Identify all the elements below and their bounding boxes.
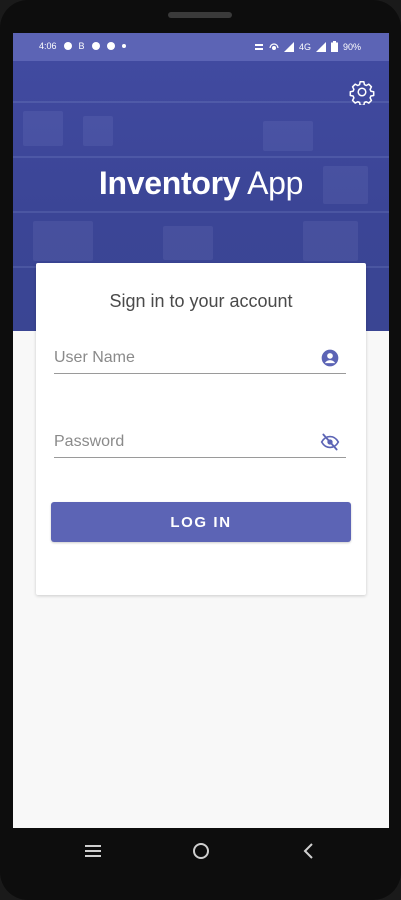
menu-lines-icon[interactable] (80, 838, 106, 864)
app-screen: 4:06 B 4G 90% Inventory App Sign in to y… (13, 33, 389, 828)
chevron-left-icon[interactable] (296, 838, 322, 864)
message-icon (106, 42, 115, 50)
data-speed-icon (254, 43, 263, 50)
gear-icon[interactable] (349, 79, 375, 105)
password-field (54, 429, 346, 458)
status-time: 4:06 (39, 41, 57, 51)
phone-frame: 4:06 B 4G 90% Inventory App Sign in to y… (0, 0, 401, 900)
account-circle-icon (321, 349, 339, 367)
background-shelf-item (33, 221, 93, 261)
app-title-bold: Inventory (98, 165, 241, 201)
hotspot-icon (269, 42, 279, 50)
app-title: Inventory App (13, 165, 389, 202)
4g-signal-icon (315, 41, 326, 52)
phone-speaker (168, 12, 232, 18)
network-type: 4G (298, 41, 311, 52)
password-input[interactable] (54, 429, 309, 455)
dot-icon (121, 44, 126, 48)
background-shelf-item (23, 111, 63, 146)
navigation-bar (13, 828, 389, 873)
battery-percent: 90% (342, 41, 361, 52)
battery-icon (330, 41, 338, 52)
login-card-title: Sign in to your account (109, 291, 293, 311)
background-shelf-item (263, 121, 313, 151)
circle-home-icon[interactable] (188, 838, 214, 864)
background-shelf-item (163, 226, 213, 260)
login-card: Sign in to your account LOG IN (36, 263, 366, 595)
background-shelf (13, 211, 389, 213)
username-field (54, 345, 346, 374)
chat-bubble-icon (63, 42, 72, 50)
signal-icon (283, 41, 294, 52)
background-shelf-item (83, 116, 113, 146)
app-title-light: App (247, 165, 304, 201)
background-shelf (13, 156, 389, 158)
eye-off-icon[interactable] (320, 432, 340, 452)
background-shelf (13, 101, 389, 103)
login-button[interactable]: LOG IN (51, 502, 351, 542)
username-input[interactable] (54, 345, 309, 371)
status-right: 4G 90% (254, 41, 361, 52)
messenger-icon (91, 42, 100, 50)
b-icon: B (78, 41, 85, 51)
status-bar: 4:06 B 4G 90% (13, 33, 389, 61)
status-left: 4:06 B (39, 41, 126, 51)
background-shelf-item (303, 221, 358, 261)
